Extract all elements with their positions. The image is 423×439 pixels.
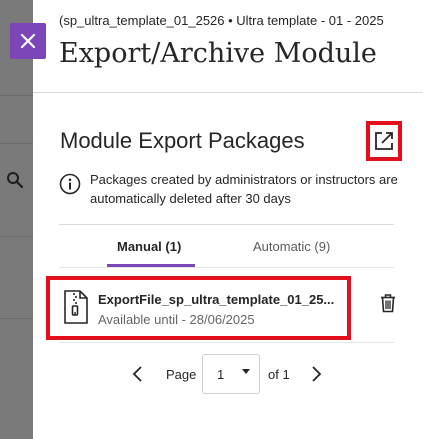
divider [59, 342, 394, 343]
zip-file-icon [64, 290, 88, 324]
page-select[interactable]: 1 [202, 354, 260, 394]
background-search-icon [7, 172, 24, 189]
open-in-new-icon [375, 132, 393, 150]
open-export-packages-button[interactable] [366, 121, 402, 161]
page-title: Export/Archive Module [59, 38, 377, 69]
export-archive-panel: (sp_ultra_template_01_2526 • Ultra templ… [33, 0, 423, 439]
chevron-right-icon[interactable] [309, 365, 323, 383]
tab-manual[interactable]: Manual (1) [117, 239, 181, 254]
section-title: Module Export Packages [60, 128, 305, 153]
info-message: Packages created by administrators or in… [59, 170, 399, 208]
export-file-item[interactable]: ExportFile_sp_ultra_template_01_25... Av… [46, 276, 351, 340]
page-select-value: 1 [217, 367, 225, 382]
background-divider [0, 236, 33, 237]
background-divider [0, 95, 33, 96]
close-button[interactable] [10, 23, 46, 59]
chevron-left-icon[interactable] [131, 365, 145, 383]
info-text: Packages created by administrators or in… [90, 172, 398, 206]
divider [59, 267, 394, 268]
pagination: Page 1 of 1 [131, 352, 331, 396]
page-count-label: of 1 [268, 367, 290, 382]
tab-automatic[interactable]: Automatic (9) [253, 239, 330, 254]
caret-down-icon [242, 369, 250, 374]
info-icon [59, 173, 81, 195]
file-availability: Available until - 28/06/2025 [98, 312, 255, 327]
file-name[interactable]: ExportFile_sp_ultra_template_01_25... [98, 292, 343, 307]
panel-header: (sp_ultra_template_01_2526 • Ultra templ… [33, 0, 423, 93]
breadcrumb: (sp_ultra_template_01_2526 • Ultra templ… [59, 13, 384, 28]
page-label: Page [166, 367, 197, 382]
background-page-overlay [0, 0, 33, 439]
divider [59, 224, 394, 225]
delete-file-button[interactable] [379, 293, 397, 313]
background-divider [0, 318, 33, 319]
trash-icon [381, 294, 395, 313]
close-icon [20, 33, 36, 49]
background-divider [0, 143, 33, 144]
